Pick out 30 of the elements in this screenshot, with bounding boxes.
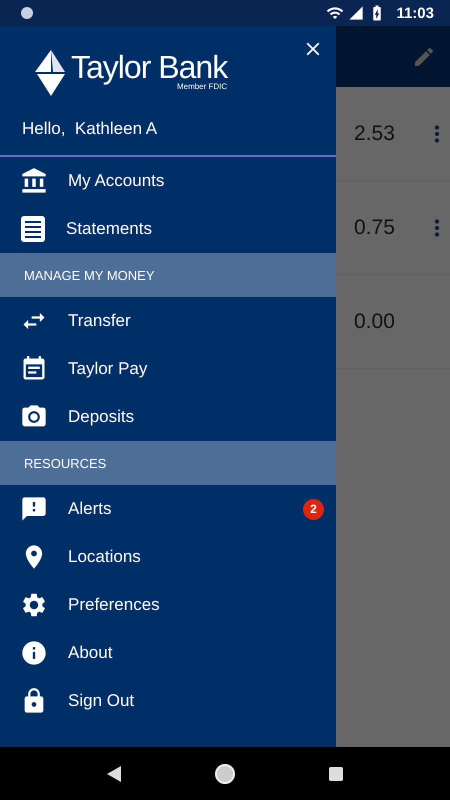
home-icon[interactable]	[214, 762, 236, 784]
clock-time: 11:03	[396, 4, 434, 22]
recents-icon[interactable]	[329, 766, 344, 780]
menu-item[interactable]: Locations	[0, 533, 336, 581]
menu-item[interactable]: Taylor Pay	[0, 345, 336, 393]
balance-amount: 0.75	[354, 216, 396, 240]
menu-item[interactable]: Statements	[0, 205, 336, 253]
menu-item[interactable]: About	[0, 629, 336, 677]
section-header: MANAGE MY MONEY	[0, 253, 336, 297]
section-header: RESOURCES	[0, 441, 336, 485]
menu-item[interactable]: Deposits	[0, 393, 336, 441]
logo-tagline: Member FDIC	[176, 82, 228, 91]
bank-name: Taylor Bank	[71, 50, 228, 84]
bank-icon	[20, 167, 48, 195]
document-icon	[20, 215, 46, 243]
alert-bubble-icon	[20, 495, 48, 523]
logo-icon	[35, 50, 67, 96]
info-icon	[20, 639, 48, 667]
menu-item[interactable]: Transfer	[0, 297, 336, 345]
settings-icon	[20, 591, 48, 619]
menu-item[interactable]: Sign Out	[0, 677, 336, 725]
back-icon[interactable]	[106, 766, 121, 782]
menu-item[interactable]: Preferences	[0, 581, 336, 629]
signal-icon	[348, 5, 364, 21]
balance-amount: 0.00	[354, 310, 396, 334]
count-badge: 2	[303, 498, 324, 520]
menu-item[interactable]: Alerts 2	[0, 485, 336, 533]
menu-item[interactable]: My Accounts	[0, 157, 336, 205]
greeting-text: Hello, Kathleen A	[22, 119, 158, 139]
balance-amount: 2.53	[354, 122, 396, 146]
